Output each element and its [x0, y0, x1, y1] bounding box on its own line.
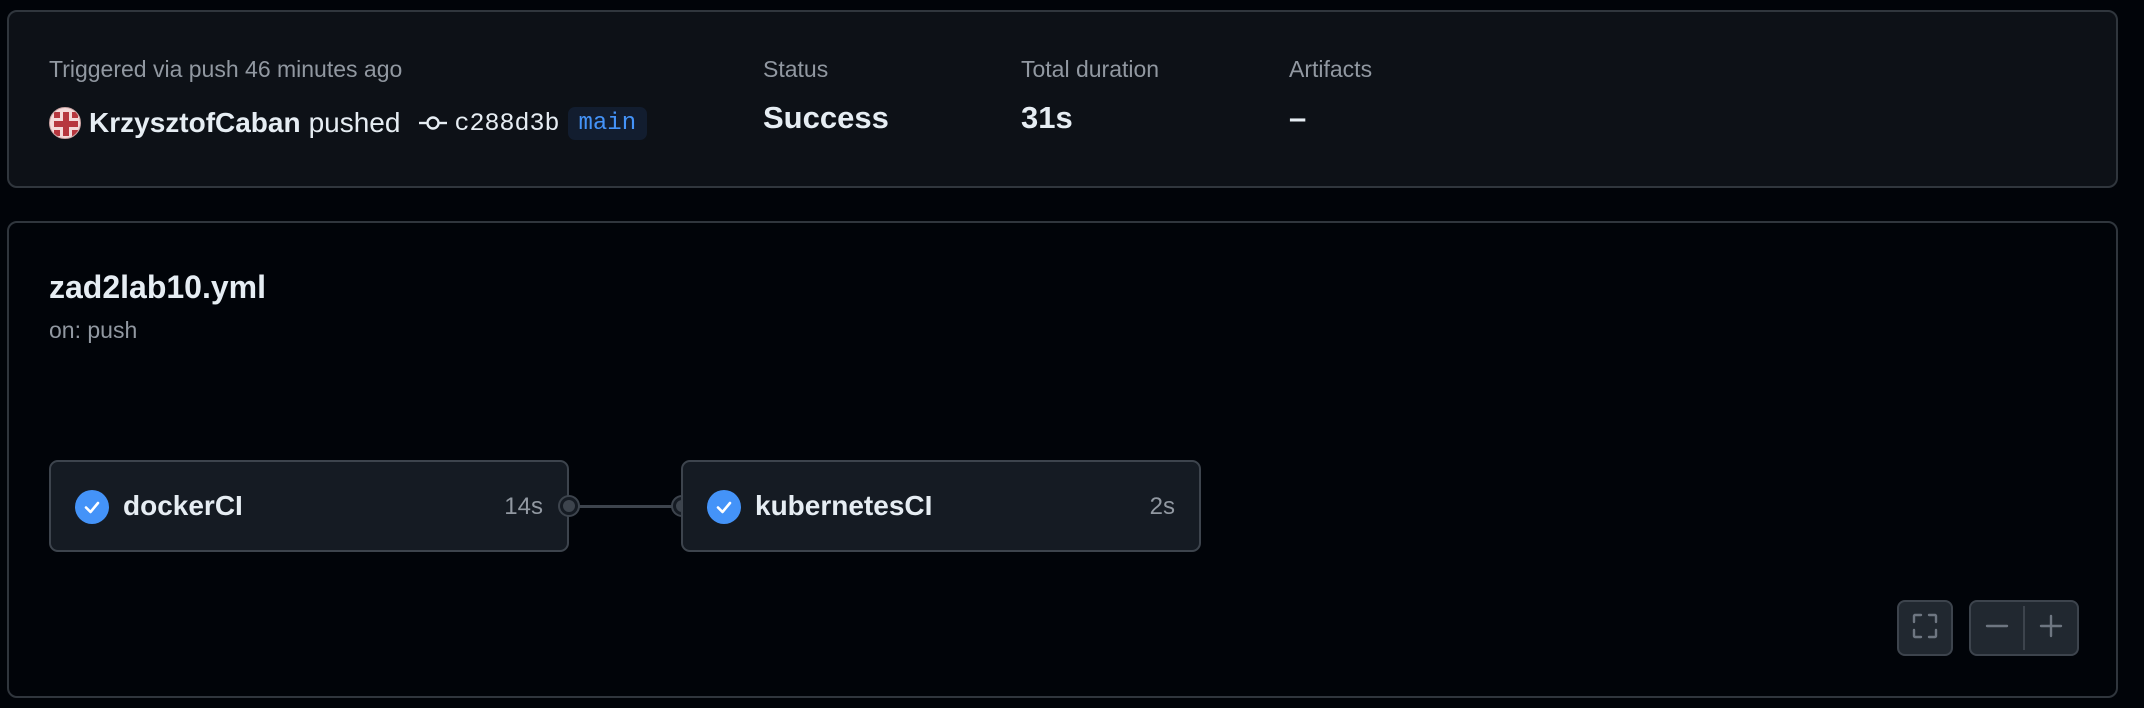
commit-sha-link[interactable]: c288d3b [454, 109, 559, 138]
fullscreen-button[interactable] [1897, 600, 1953, 656]
artifacts-value: – [1289, 100, 1307, 135]
job-card-dockerci[interactable]: dockerCI 14s [49, 460, 569, 552]
trigger-text: Triggered via push 46 minutes ago [49, 56, 403, 82]
actor-link[interactable]: KrzysztofCaban [89, 107, 301, 139]
status-value: Success [763, 100, 889, 135]
fullscreen-icon [1911, 612, 1939, 645]
check-circle-icon [707, 490, 741, 524]
minus-icon [1984, 613, 2010, 644]
avatar-identicon[interactable] [49, 107, 81, 139]
artifacts-label: Artifacts [1289, 56, 1373, 82]
zoom-in-button[interactable] [2025, 602, 2077, 654]
trigger-details: KrzysztofCaban pushed c288d3b main [49, 103, 648, 143]
run-summary-panel: Triggered via push 46 minutes ago Krzysz… [7, 10, 2118, 188]
status-label: Status [763, 56, 829, 82]
duration-label: Total duration [1021, 56, 1160, 82]
duration-value: 31s [1021, 100, 1073, 135]
job-name: kubernetesCI [755, 490, 933, 521]
git-commit-icon [418, 113, 448, 133]
workflow-file-name[interactable]: zad2lab10.yml [49, 269, 266, 306]
job-card-kubernetesci[interactable]: kubernetesCI 2s [681, 460, 1201, 552]
job-connector [575, 505, 687, 508]
zoom-controls [1969, 600, 2079, 656]
job-name: dockerCI [123, 490, 243, 521]
job-output-port [560, 497, 578, 515]
branch-badge[interactable]: main [567, 106, 648, 140]
workflow-graph-panel[interactable]: zad2lab10.yml on: push dockerCI 14s kube… [7, 221, 2118, 698]
job-duration: 14s [504, 493, 543, 520]
zoom-out-button[interactable] [1971, 602, 2023, 654]
workflow-trigger: on: push [49, 317, 138, 343]
check-circle-icon [75, 490, 109, 524]
action-text: pushed [308, 107, 401, 138]
plus-icon [2038, 613, 2064, 644]
job-duration: 2s [1149, 493, 1175, 520]
